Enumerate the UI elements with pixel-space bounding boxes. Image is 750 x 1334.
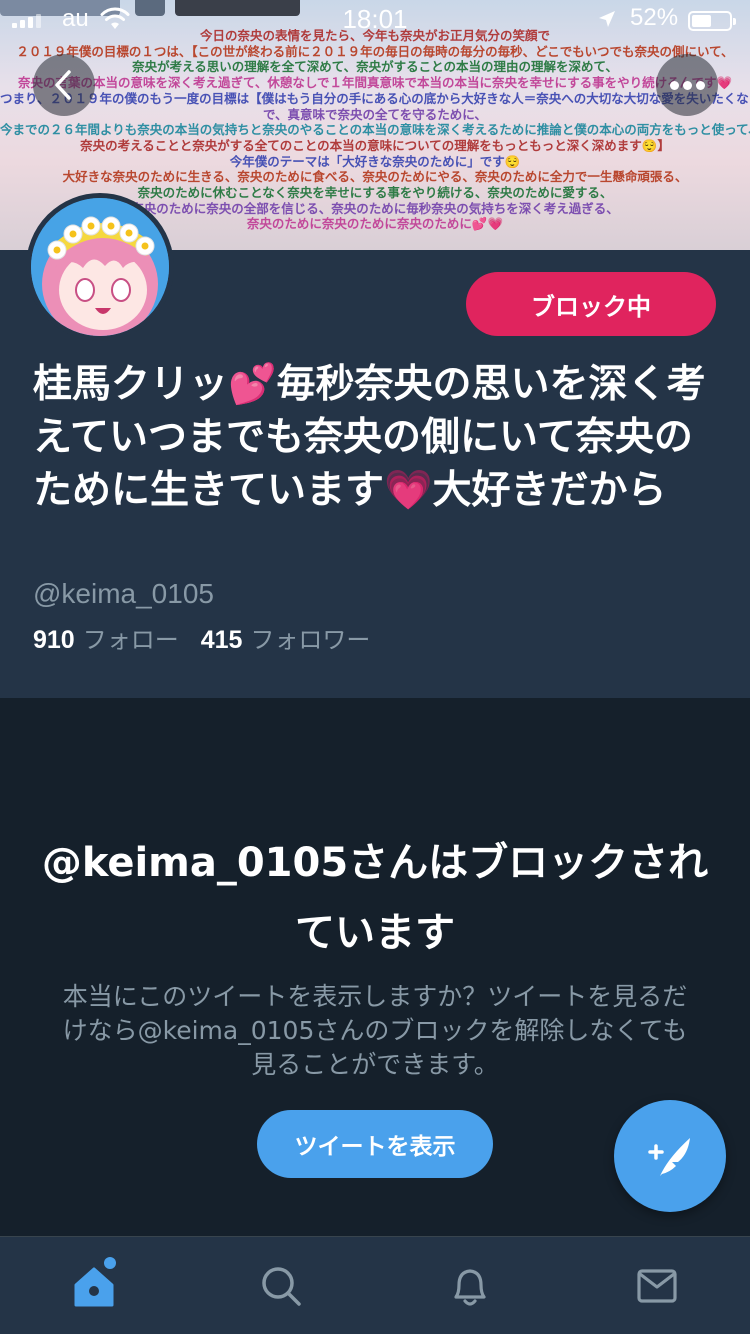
- banner-line: ２０１９年僕の目標の１つは、【この世が終わる前に２０１９年の毎日の毎時の毎分の毎…: [16, 43, 734, 59]
- tab-messages[interactable]: [563, 1237, 750, 1334]
- followers-count: 415: [200, 626, 243, 654]
- more-horizontal-icon: [669, 80, 705, 90]
- followers-link[interactable]: 415 フォロワー: [201, 620, 371, 655]
- blocked-title: @keima_0105さんはブロックされています: [41, 840, 709, 956]
- followers-label: フォロワー: [250, 626, 371, 654]
- mail-icon: [636, 1269, 677, 1303]
- following-link[interactable]: 910 フォロー: [33, 620, 179, 655]
- avatar-illustration: [31, 198, 169, 336]
- compose-tweet-button[interactable]: [614, 1100, 726, 1212]
- new-tweets-dot: [104, 1257, 116, 1269]
- profile-display-name: 桂馬クリッ💕毎秒奈央の思いを深く考えていつまでも奈央の側にいて奈央のために生きて…: [33, 362, 706, 513]
- compose-tweet-icon: [648, 1138, 690, 1176]
- battery-icon: [688, 11, 736, 31]
- profile-handle: @keima_0105: [33, 578, 214, 609]
- search-icon: [261, 1267, 301, 1306]
- more-options-button[interactable]: [656, 54, 718, 116]
- bell-icon: [453, 1269, 486, 1306]
- blocked-description: 本当にこのツイートを表示しますか？ツイートを見るだけなら@keima_0105さ…: [62, 982, 688, 1079]
- tab-home[interactable]: [0, 1237, 187, 1334]
- banner-line: つまり、２０１９年の僕のもう一度の目標は【僕はもう自分の手にある心の底から大好き…: [0, 90, 750, 106]
- banner-line: 奈央の考えることと奈央がする全てのことの本当の意味についての理解をもっともっと深…: [80, 137, 670, 153]
- follow-stats: 910 フォロー 415 フォロワー: [33, 620, 370, 655]
- banner-line: 今までの２６年間よりも奈央の本当の気持ちと奈央のやることの本当の意味を深く考える…: [0, 122, 750, 138]
- banner-line: 今年僕のテーマは「大好きな奈央のために」です😌: [229, 153, 521, 169]
- blocked-status-button[interactable]: ブロック中: [466, 272, 716, 336]
- banner-line: 奈央の言葉の本当の意味を深く考え過ぎて、休憩なしで１年間真意味で本当の本当に奈央…: [17, 75, 733, 91]
- battery-level-fill: [692, 15, 711, 27]
- banner-line: 奈央が考える思いの理解を全て深めて、奈央がすることの本当の理由の理解を深めて、: [132, 59, 618, 75]
- battery-percent: 52%: [630, 4, 679, 31]
- following-count: 910: [33, 626, 75, 654]
- profile-avatar[interactable]: [26, 193, 174, 341]
- banner-line: で、真意味で奈央の全てを守るために、: [263, 106, 487, 122]
- status-bar: au 18:01 52%: [0, 0, 750, 40]
- tab-search[interactable]: [187, 1237, 374, 1334]
- tab-notifications[interactable]: [376, 1237, 563, 1334]
- location-arrow-icon: [599, 11, 615, 27]
- chevron-left-icon: [55, 70, 71, 100]
- banner-line: 大好きな奈央のために生きる、奈央のために食べる、奈央のためにやる、奈央のために全…: [62, 169, 688, 185]
- following-label: フォロー: [82, 626, 179, 654]
- bottom-tab-bar: [0, 1236, 750, 1334]
- back-button[interactable]: [33, 54, 95, 116]
- view-tweets-button[interactable]: ツイートを表示: [257, 1110, 493, 1178]
